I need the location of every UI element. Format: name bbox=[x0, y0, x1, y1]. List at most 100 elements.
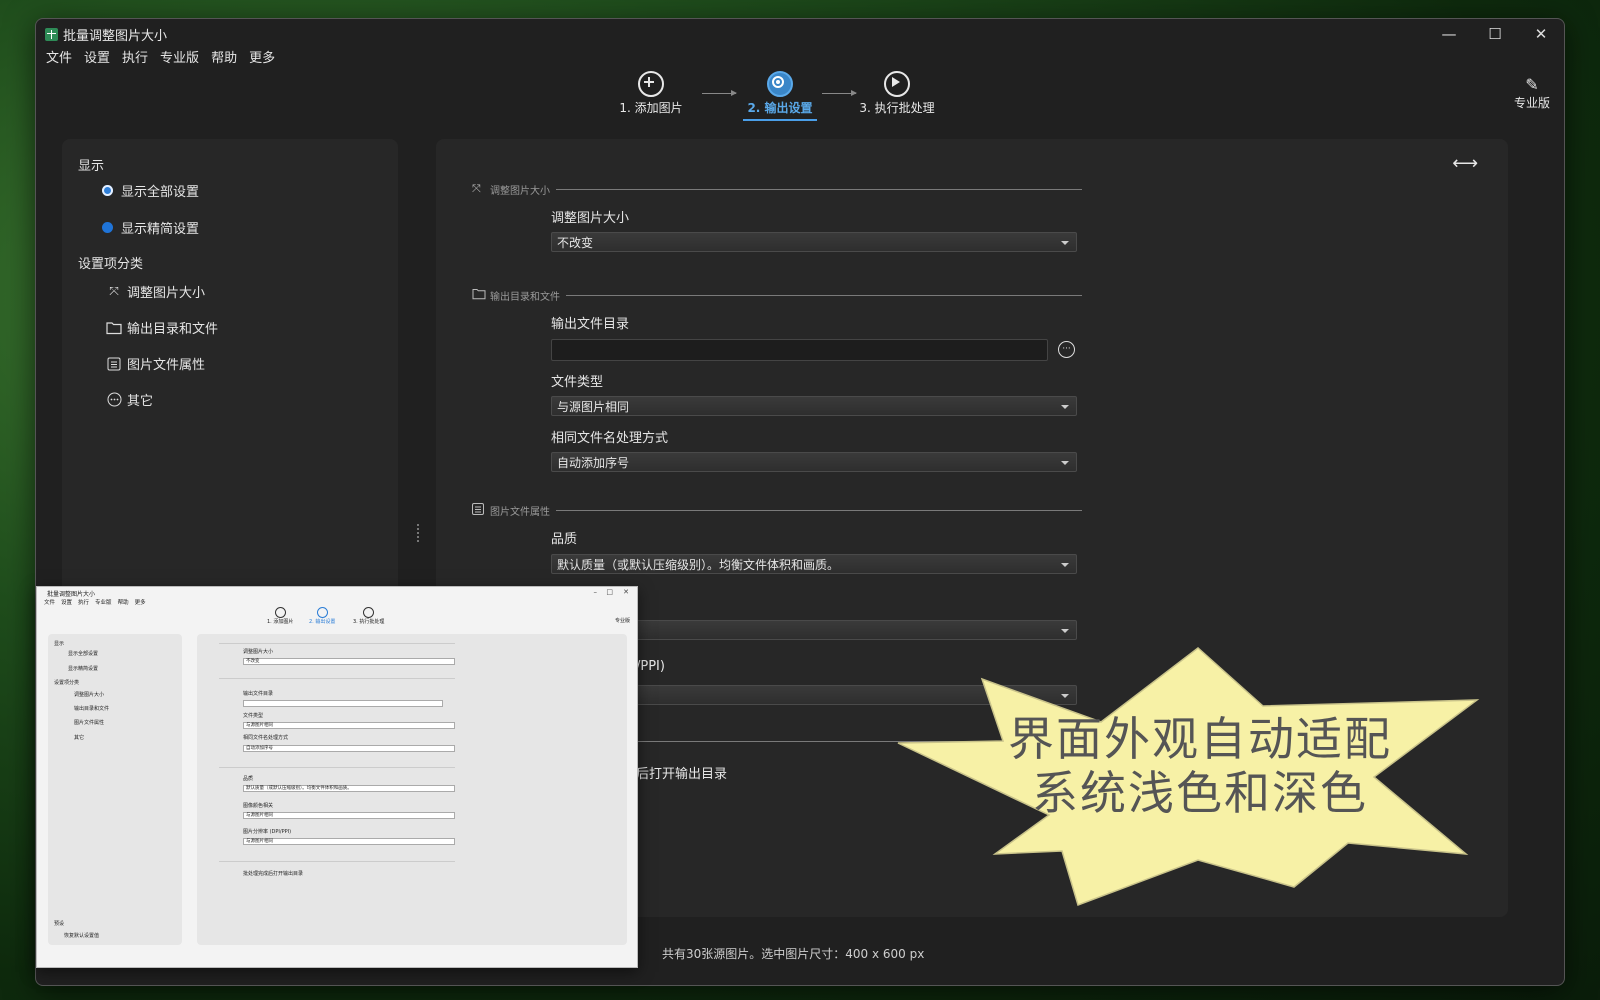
preview-close: ✕ bbox=[623, 588, 629, 596]
window-title: 批量调整图片大小 bbox=[63, 29, 168, 44]
maximize-button[interactable]: ☐ bbox=[1472, 19, 1518, 49]
section-resize: ⤧ 调整图片大小 bbox=[472, 181, 1082, 197]
step-nav: 1. 添加图片 2. 输出设置 3. 执行批处理 bbox=[606, 71, 936, 137]
preview-divider bbox=[219, 643, 455, 644]
menu-more[interactable]: 更多 bbox=[243, 49, 281, 71]
radio-label: 显示精简设置 bbox=[121, 222, 200, 237]
resize-icon: ⤧ bbox=[109, 284, 119, 298]
gear-circle-icon bbox=[767, 71, 793, 97]
sidebar-item-output[interactable]: 输出目录和文件 bbox=[106, 318, 218, 337]
pro-label: 专业版 bbox=[1513, 96, 1550, 110]
preview-divider bbox=[219, 678, 455, 679]
preview-menu-item: 更多 bbox=[134, 600, 146, 606]
radio-show-all[interactable]: 显示全部设置 bbox=[102, 181, 199, 200]
close-button[interactable]: ✕ bbox=[1518, 19, 1564, 49]
section-divider bbox=[556, 509, 1082, 511]
preview-text: 显示全部设置 bbox=[68, 651, 99, 657]
preview-text: 图像颜色相关 bbox=[243, 803, 274, 809]
callout-line-1: 界面外观自动适配 bbox=[1008, 712, 1392, 766]
outdir-input[interactable] bbox=[551, 339, 1048, 361]
quality-dropdown[interactable]: 默认质量（或默认压缩级别）。均衡文件体积和画质。 bbox=[551, 554, 1077, 574]
step-add-images[interactable]: 1. 添加图片 bbox=[606, 71, 696, 116]
preview-title: 批量调整图片大小 bbox=[47, 591, 96, 598]
menu-help[interactable]: 帮助 bbox=[205, 49, 243, 71]
sidebar-item-label: 输出目录和文件 bbox=[127, 322, 219, 337]
samename-dropdown[interactable]: 自动添加序号 bbox=[551, 452, 1077, 472]
step-label: 3. 执行批处理 bbox=[859, 101, 935, 115]
preview-pro: 专业版 bbox=[615, 618, 631, 624]
radio-label: 显示全部设置 bbox=[121, 185, 200, 200]
title-bar: 批量调整图片大小 — ☐ ✕ bbox=[36, 19, 1564, 49]
browse-more-icon[interactable]: ··· bbox=[1058, 341, 1075, 358]
preview-text: 图片文件属性 bbox=[74, 720, 105, 726]
filetype-dropdown[interactable]: 与源图片相同 bbox=[551, 396, 1077, 416]
minimize-button[interactable]: — bbox=[1426, 19, 1472, 49]
preview-step: 3. 执行批处理 bbox=[353, 607, 384, 625]
radio-dot bbox=[102, 185, 113, 196]
samename-label: 相同文件名处理方式 bbox=[551, 431, 669, 446]
preview-menu-item: 帮助 bbox=[117, 600, 129, 606]
radio-show-simple[interactable]: 显示精简设置 bbox=[102, 218, 199, 237]
preview-text: 输出文件目录 bbox=[243, 691, 274, 697]
outdir-label: 输出文件目录 bbox=[551, 317, 630, 332]
preview-dropdown: 与源图片相同 bbox=[243, 812, 455, 819]
radio-dot bbox=[102, 222, 113, 233]
preview-text: 输出目录和文件 bbox=[74, 706, 110, 712]
sidebar-item-resize[interactable]: ⤧ 调整图片大小 bbox=[106, 282, 205, 301]
preview-sidebar: 显示 显示全部设置 显示精简设置 设置项分类 调整图片大小 输出目录和文件 图片… bbox=[48, 634, 182, 945]
preview-menu-item: 文件 bbox=[44, 600, 56, 606]
preview-text: 显示精简设置 bbox=[68, 666, 99, 672]
status-bar: 共有30张源图片。选中图片尺寸：400 x 600 px bbox=[662, 947, 925, 961]
preview-text: 图片分辨率 (DPI/PPI) bbox=[243, 829, 292, 835]
preview-menu: 文件 设置 执行 专业版 帮助 更多 bbox=[41, 598, 149, 606]
preview-text: 品质 bbox=[243, 776, 254, 782]
expand-width-icon[interactable]: ⟷ bbox=[1452, 153, 1478, 174]
list-icon bbox=[472, 502, 488, 518]
preview-step-active: 2. 输出设置 bbox=[309, 607, 335, 625]
sidebar-item-properties[interactable]: 图片文件属性 bbox=[106, 354, 205, 373]
sidebar-item-label: 图片文件属性 bbox=[127, 358, 206, 373]
sidebar-item-other[interactable]: 其它 bbox=[106, 390, 153, 409]
sidebar-item-label: 其它 bbox=[127, 394, 154, 409]
dpi-label-fragment: /PPI) bbox=[636, 659, 665, 674]
callout-text: 界面外观自动适配 系统浅色和深色 bbox=[970, 712, 1430, 820]
preview-text: 设置项分类 bbox=[54, 680, 80, 686]
pen-icon: ✎ bbox=[1525, 75, 1539, 94]
resize-dropdown[interactable]: 不改变 bbox=[551, 232, 1077, 252]
splitter-handle[interactable] bbox=[417, 524, 421, 542]
preview-text: 批处理完成后打开输出目录 bbox=[243, 871, 304, 877]
play-circle-icon bbox=[884, 71, 910, 97]
preview-text: 相同文件名处理方式 bbox=[243, 735, 289, 741]
menu-file[interactable]: 文件 bbox=[40, 49, 78, 71]
section-divider bbox=[556, 188, 1082, 190]
preview-maximize: □ bbox=[606, 588, 613, 596]
folder-icon bbox=[106, 320, 122, 336]
step-output-settings[interactable]: 2. 输出设置 bbox=[743, 71, 817, 121]
preview-text: 显示 bbox=[54, 641, 65, 647]
preview-divider bbox=[219, 861, 455, 862]
preview-text: 预设 bbox=[54, 921, 65, 927]
app-icon bbox=[45, 28, 58, 41]
section-title: 图片文件属性 bbox=[490, 506, 550, 518]
preview-main: 调整图片大小 不改变 输出文件目录 文件类型 与源图片相同 相同文件名处理方式 … bbox=[197, 634, 627, 945]
preview-text: 调整图片大小 bbox=[243, 649, 274, 655]
step-run-batch[interactable]: 3. 执行批处理 bbox=[856, 71, 938, 116]
resize-icon: ⤧ bbox=[472, 182, 481, 195]
preview-dropdown: 与源图片相同 bbox=[243, 838, 455, 845]
step-label: 1. 添加图片 bbox=[619, 101, 683, 115]
category-heading: 设置项分类 bbox=[78, 257, 144, 272]
preview-step: 1. 添加图片 bbox=[267, 607, 293, 625]
callout-line-2: 系统浅色和深色 bbox=[1032, 766, 1368, 820]
preview-divider bbox=[219, 767, 455, 768]
pro-button[interactable]: ✎ 专业版 bbox=[1514, 75, 1550, 111]
display-heading: 显示 bbox=[78, 159, 105, 174]
preview-dropdown: 默认质量（或默认压缩级别）。均衡文件体积和画质。 bbox=[243, 785, 455, 792]
filetype-label: 文件类型 bbox=[551, 375, 604, 390]
preview-text: 文件类型 bbox=[243, 713, 264, 719]
menu-settings[interactable]: 设置 bbox=[78, 49, 116, 71]
section-output: 输出目录和文件 bbox=[472, 287, 1082, 303]
section-divider bbox=[566, 294, 1082, 296]
menu-pro[interactable]: 专业版 bbox=[154, 49, 205, 71]
preview-minimize: – bbox=[593, 588, 598, 596]
menu-run[interactable]: 执行 bbox=[116, 49, 154, 71]
